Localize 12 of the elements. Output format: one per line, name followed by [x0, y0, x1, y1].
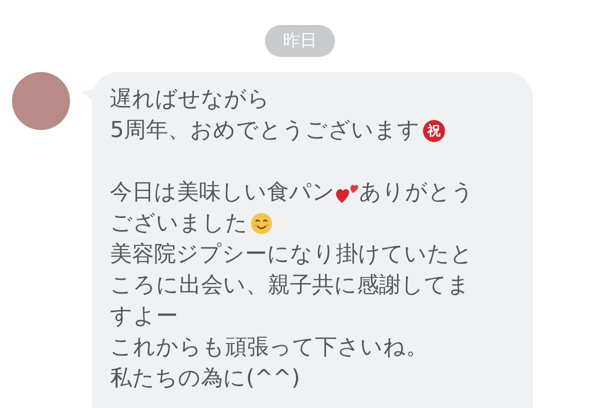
message-text: すよー [110, 303, 178, 331]
message-text: 美容院ジプシーになり掛けていたと [110, 241, 473, 269]
message-text: 遅ればせながら [110, 86, 270, 114]
message-text: ありがとう [359, 179, 474, 207]
message-text: ころに出会い、親子共に感謝してま [110, 272, 470, 300]
message-text: 今日は美味しい食パン [110, 179, 335, 207]
smiley-icon [250, 212, 273, 235]
message-text: 私たちの為に(^^) [110, 365, 300, 393]
celebration-badge: 祝 [423, 120, 445, 142]
message-text: ございました [110, 210, 248, 238]
message-text: これからも頑張って下さいね。 [110, 334, 428, 362]
message-text: 5周年、おめでとうございます [110, 117, 420, 145]
